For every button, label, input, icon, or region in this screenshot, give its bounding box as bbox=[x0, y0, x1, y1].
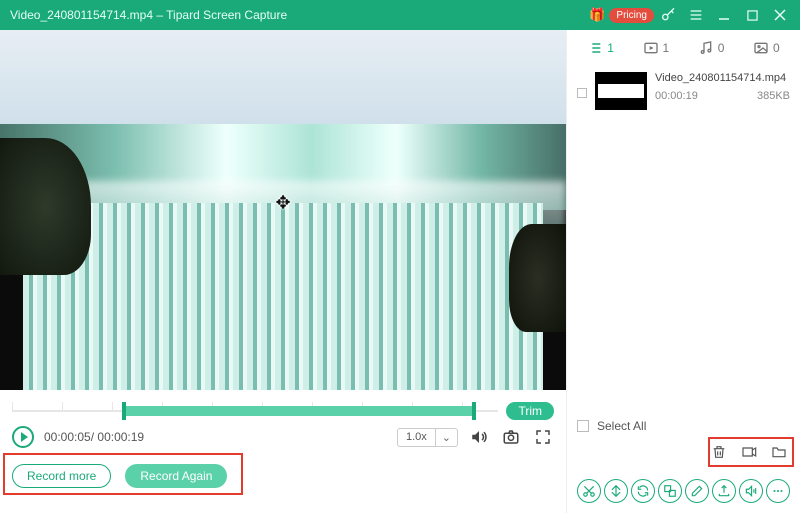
tool-export[interactable] bbox=[712, 479, 736, 503]
current-time: 00:00:05 bbox=[44, 430, 91, 444]
record-actions: Record more Record Again bbox=[0, 456, 566, 498]
volume-button[interactable] bbox=[468, 426, 490, 448]
maximize-button[interactable] bbox=[738, 5, 766, 25]
library-footer: Select All bbox=[567, 411, 800, 471]
total-time: 00:00:19 bbox=[97, 430, 144, 444]
select-all-label: Select All bbox=[597, 419, 646, 433]
title-filename: Video_240801154714.mp4 bbox=[10, 8, 153, 22]
tool-volume[interactable] bbox=[739, 479, 763, 503]
play-button[interactable] bbox=[12, 426, 34, 448]
record-again-button[interactable]: Record Again bbox=[125, 464, 227, 488]
tools-row bbox=[567, 471, 800, 513]
speed-value: 1.0x bbox=[398, 429, 435, 445]
tab-video-count: 1 bbox=[663, 41, 670, 55]
time-display: 00:00:05/ 00:00:19 bbox=[44, 430, 144, 444]
share-button[interactable] bbox=[738, 441, 760, 463]
tab-image[interactable]: 0 bbox=[753, 40, 780, 56]
timeline-ruler[interactable] bbox=[12, 402, 498, 420]
tab-image-count: 0 bbox=[773, 41, 780, 55]
playback-controls: 00:00:05/ 00:00:19 1.0x ⌄ bbox=[0, 426, 566, 456]
pricing-label: Pricing bbox=[616, 10, 647, 21]
tab-audio[interactable]: 0 bbox=[698, 40, 725, 56]
tool-convert[interactable] bbox=[631, 479, 655, 503]
trim-handle-start[interactable] bbox=[122, 402, 126, 420]
trim-handle-end[interactable] bbox=[472, 402, 476, 420]
tab-list-count: 1 bbox=[607, 41, 614, 55]
window-title: Video_240801154714.mp4 – Tipard Screen C… bbox=[10, 8, 287, 22]
delete-button[interactable] bbox=[708, 441, 730, 463]
tool-compress[interactable] bbox=[658, 479, 682, 503]
gift-icon: 🎁 bbox=[589, 7, 605, 23]
close-button[interactable] bbox=[766, 5, 794, 25]
fullscreen-button[interactable] bbox=[532, 426, 554, 448]
tool-edit[interactable] bbox=[685, 479, 709, 503]
snapshot-button[interactable] bbox=[500, 426, 522, 448]
item-filename: Video_240801154714.mp4 bbox=[655, 72, 790, 84]
item-size: 385KB bbox=[757, 90, 790, 102]
video-preview[interactable]: ✥ bbox=[0, 30, 566, 390]
library-pane: 1 1 0 0 Video_240801154714.mp4 00:00:19 bbox=[566, 30, 800, 513]
library-tabs: 1 1 0 0 bbox=[567, 30, 800, 66]
tool-merge[interactable] bbox=[604, 479, 628, 503]
trim-selection[interactable] bbox=[122, 406, 476, 416]
chevron-down-icon[interactable]: ⌄ bbox=[435, 429, 457, 446]
titlebar: Video_240801154714.mp4 – Tipard Screen C… bbox=[0, 0, 800, 30]
timeline: Trim bbox=[0, 390, 566, 426]
tool-cut[interactable] bbox=[577, 479, 601, 503]
tab-audio-count: 0 bbox=[718, 41, 725, 55]
open-folder-button[interactable] bbox=[768, 441, 790, 463]
pricing-button[interactable]: Pricing bbox=[609, 8, 654, 23]
item-duration: 00:00:19 bbox=[655, 90, 698, 102]
preview-pane: ✥ Trim 00:00:05/ 00:00:19 1.0x ⌄ bbox=[0, 30, 566, 513]
speed-selector[interactable]: 1.0x ⌄ bbox=[397, 428, 458, 447]
settings-bars-icon[interactable] bbox=[682, 5, 710, 25]
title-separator: – bbox=[156, 8, 166, 22]
select-all-row[interactable]: Select All bbox=[577, 419, 790, 433]
record-more-button[interactable]: Record more bbox=[12, 464, 111, 488]
tool-more[interactable] bbox=[766, 479, 790, 503]
library-item[interactable]: Video_240801154714.mp4 00:00:19 385KB bbox=[567, 66, 800, 120]
preview-image bbox=[0, 30, 566, 390]
minimize-button[interactable] bbox=[710, 5, 738, 25]
title-appname: Tipard Screen Capture bbox=[166, 8, 287, 22]
play-icon bbox=[21, 432, 28, 442]
key-icon[interactable] bbox=[654, 5, 682, 25]
tab-video[interactable]: 1 bbox=[643, 40, 670, 56]
select-all-checkbox[interactable] bbox=[577, 420, 589, 432]
item-thumbnail[interactable] bbox=[595, 72, 647, 110]
trim-button[interactable]: Trim bbox=[506, 402, 554, 420]
tab-list[interactable]: 1 bbox=[587, 40, 614, 56]
item-checkbox[interactable] bbox=[577, 88, 587, 98]
